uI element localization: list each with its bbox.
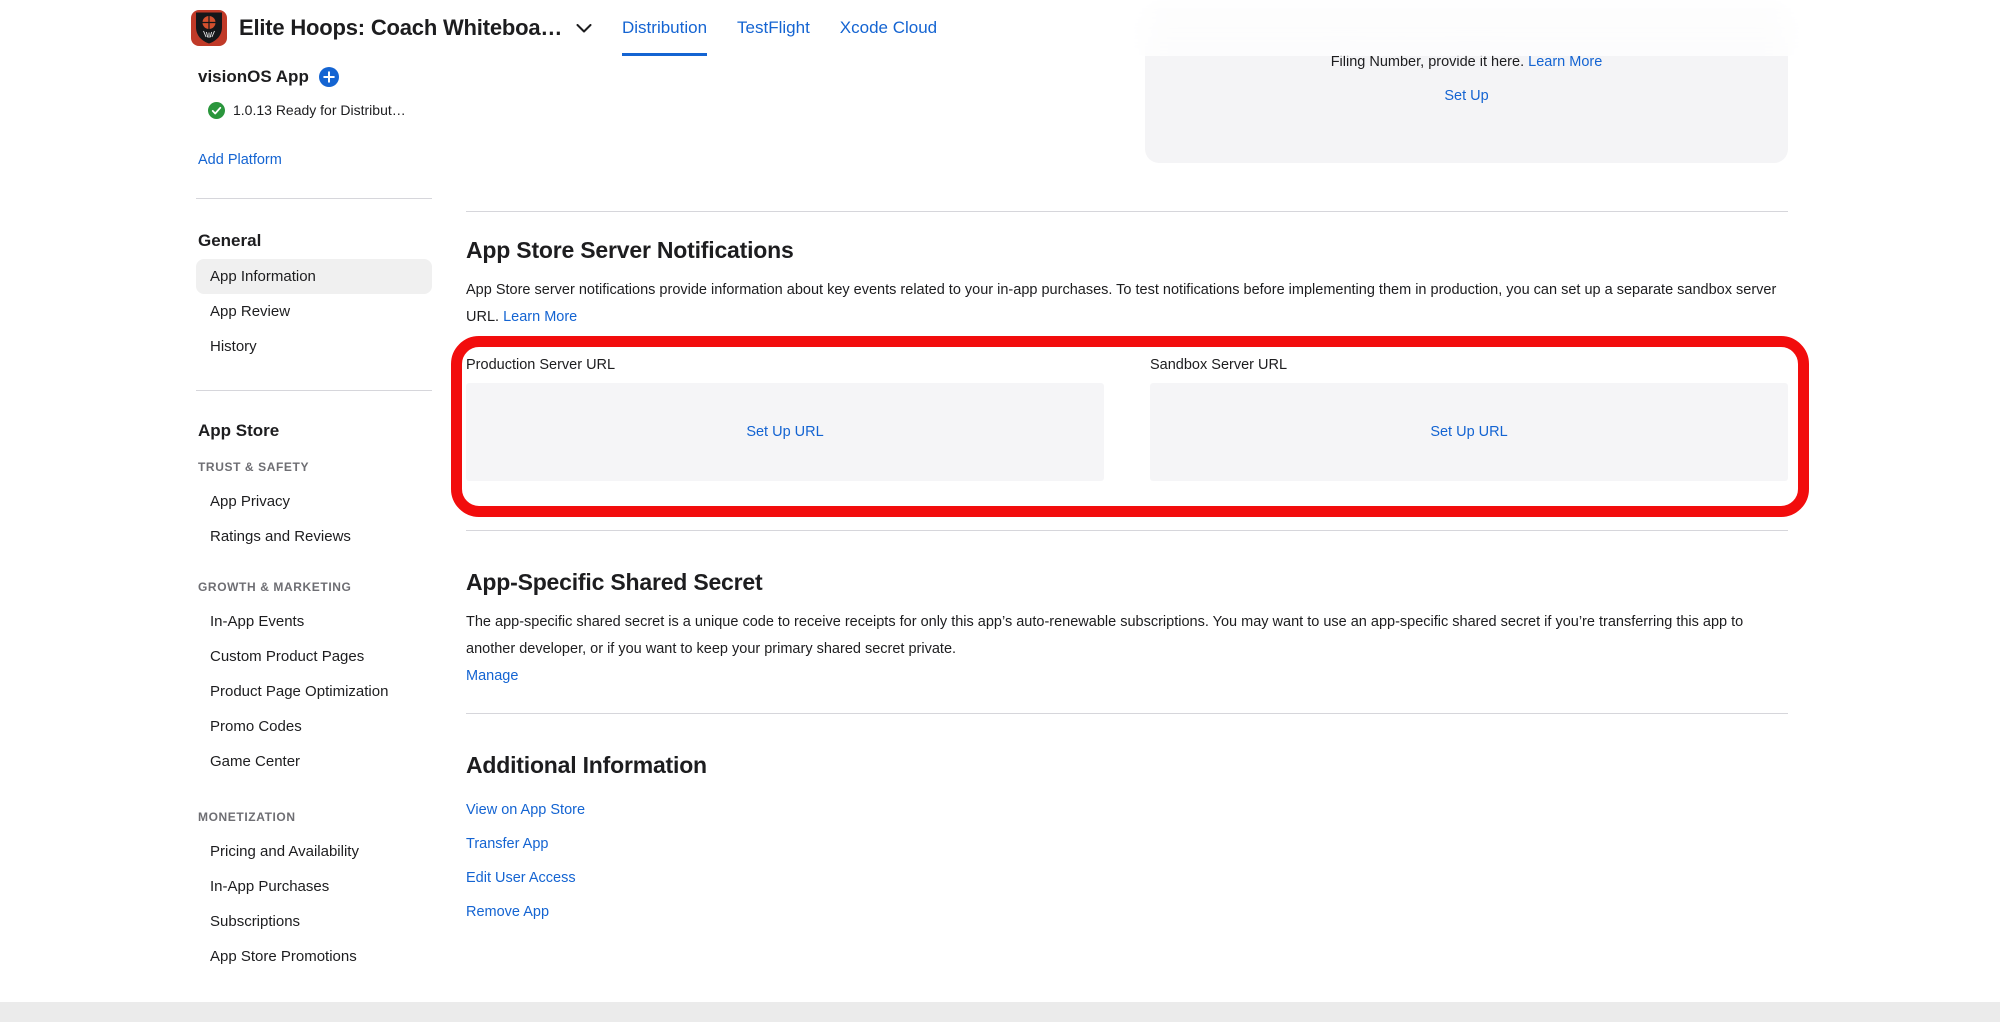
sidebar-item-app-privacy[interactable]: App Privacy xyxy=(196,484,432,519)
chevron-down-icon[interactable] xyxy=(576,24,592,33)
sidebar-item-subscriptions[interactable]: Subscriptions xyxy=(196,904,432,939)
page-footer xyxy=(0,1002,2000,1022)
sidebar-subhead-monetization: MONETIZATION xyxy=(196,809,432,825)
sidebar-item-pricing-availability[interactable]: Pricing and Availability xyxy=(196,834,432,869)
view-on-app-store-link[interactable]: View on App Store xyxy=(466,801,1788,820)
transfer-app-link[interactable]: Transfer App xyxy=(466,835,1788,854)
sandbox-server-column: Sandbox Server URL Set Up URL xyxy=(1150,356,1788,481)
manage-shared-secret-link[interactable]: Manage xyxy=(466,667,518,686)
trust-safety-list: App Privacy Ratings and Reviews xyxy=(196,484,432,554)
sidebar-subhead-growth-marketing: GROWTH & MARKETING xyxy=(196,579,432,595)
sidebar-item-app-information[interactable]: App Information xyxy=(196,259,432,294)
production-server-url-label: Production Server URL xyxy=(466,356,1104,375)
tab-testflight[interactable]: TestFlight xyxy=(737,0,810,56)
notifications-description: App Store server notifications provide i… xyxy=(466,277,1788,331)
sidebar-item-game-center[interactable]: Game Center xyxy=(196,744,432,779)
sidebar-item-history[interactable]: History xyxy=(196,329,432,364)
notifications-description-text: App Store server notifications provide i… xyxy=(466,282,1776,325)
production-server-url-panel: Set Up URL xyxy=(466,383,1104,481)
production-server-column: Production Server URL Set Up URL xyxy=(466,356,1104,481)
sidebar-item-promo-codes[interactable]: Promo Codes xyxy=(196,709,432,744)
shared-secret-heading: App-Specific Shared Secret xyxy=(466,567,1788,597)
header-tabs: Distribution TestFlight Xcode Cloud xyxy=(622,0,937,56)
sidebar-divider xyxy=(196,390,432,391)
sidebar-item-ratings-reviews[interactable]: Ratings and Reviews xyxy=(196,519,432,554)
add-platform-link[interactable]: Add Platform xyxy=(198,151,282,169)
growth-marketing-list: In-App Events Custom Product Pages Produ… xyxy=(196,604,432,779)
section-divider xyxy=(466,713,1788,714)
ready-check-icon xyxy=(208,102,225,119)
shared-secret-description: The app-specific shared secret is a uniq… xyxy=(466,609,1788,663)
sidebar-heading-general: General xyxy=(196,229,432,253)
notifications-learn-more-link[interactable]: Learn More xyxy=(503,309,577,325)
monetization-list: Pricing and Availability In-App Purchase… xyxy=(196,834,432,974)
tab-distribution[interactable]: Distribution xyxy=(622,0,707,56)
sandbox-set-up-url-link[interactable]: Set Up URL xyxy=(1430,424,1507,440)
edit-user-access-link[interactable]: Edit User Access xyxy=(466,869,1788,888)
platform-name: visionOS App xyxy=(198,65,309,89)
sidebar-item-in-app-events[interactable]: In-App Events xyxy=(196,604,432,639)
remove-app-link[interactable]: Remove App xyxy=(466,903,1788,922)
sidebar-item-app-store-promotions[interactable]: App Store Promotions xyxy=(196,939,432,974)
sidebar-heading-app-store: App Store xyxy=(196,419,432,443)
app-title: Elite Hoops: Coach Whiteboa… xyxy=(239,15,562,41)
app-header: Elite Hoops: Coach Whiteboa… Distributio… xyxy=(0,0,2000,56)
production-set-up-url-link[interactable]: Set Up URL xyxy=(746,424,823,440)
app-logo-icon xyxy=(191,10,227,46)
sidebar-divider xyxy=(196,198,432,199)
sandbox-server-url-label: Sandbox Server URL xyxy=(1150,356,1788,375)
add-version-plus-icon[interactable] xyxy=(319,67,339,87)
app-title-group[interactable]: Elite Hoops: Coach Whiteboa… xyxy=(191,0,592,56)
additional-links: View on App Store Transfer App Edit User… xyxy=(466,801,1788,922)
sidebar-item-in-app-purchases[interactable]: In-App Purchases xyxy=(196,869,432,904)
sidebar: visionOS App 1.0.13 Ready for Distribut…… xyxy=(196,56,432,974)
sandbox-server-url-panel: Set Up URL xyxy=(1150,383,1788,481)
section-divider xyxy=(466,530,1788,531)
additional-info-heading: Additional Information xyxy=(466,750,1788,780)
version-status-row[interactable]: 1.0.13 Ready for Distribut… xyxy=(196,101,432,119)
sidebar-subhead-trust-safety: TRUST & SAFETY xyxy=(196,459,432,475)
main-content: App Store Server Notifications App Store… xyxy=(466,56,1788,937)
section-divider xyxy=(466,211,1788,212)
sidebar-item-app-review[interactable]: App Review xyxy=(196,294,432,329)
version-status-text: 1.0.13 Ready for Distribut… xyxy=(233,101,406,119)
general-list: App Information App Review History xyxy=(196,259,432,364)
tab-xcode-cloud[interactable]: Xcode Cloud xyxy=(840,0,937,56)
sidebar-item-custom-product-pages[interactable]: Custom Product Pages xyxy=(196,639,432,674)
platform-title: visionOS App xyxy=(196,65,432,89)
server-url-grid: Production Server URL Set Up URL Sandbox… xyxy=(466,356,1788,481)
notifications-heading: App Store Server Notifications xyxy=(466,235,1788,265)
sidebar-item-product-page-optimization[interactable]: Product Page Optimization xyxy=(196,674,432,709)
